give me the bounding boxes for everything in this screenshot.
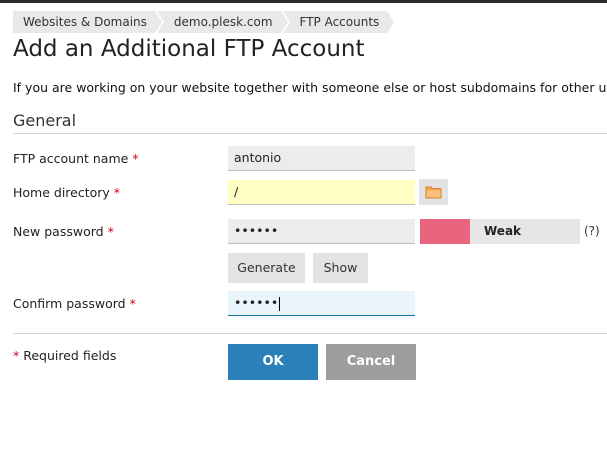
confirm-password-input[interactable]: •••••• [228, 291, 415, 316]
footer-divider [13, 333, 607, 334]
ftp-account-name-input[interactable]: antonio [228, 146, 415, 171]
home-directory-label-text: Home directory [13, 185, 110, 200]
new-password-label: New password * [13, 224, 114, 239]
page-title: Add an Additional FTP Account [13, 36, 365, 62]
folder-icon [425, 186, 442, 199]
breadcrumb-ftp-accounts[interactable]: FTP Accounts [282, 11, 395, 33]
section-title: General [13, 111, 77, 130]
new-password-label-text: New password [13, 224, 104, 239]
required-marker: * [107, 224, 114, 239]
required-fields-text: Required fields [23, 348, 117, 363]
required-marker: * [113, 185, 121, 200]
breadcrumb-websites-domains[interactable]: Websites & Domains [13, 11, 162, 33]
required-fields-note: * Required fields [13, 348, 116, 363]
confirm-password-label: Confirm password * [13, 296, 136, 311]
home-directory-input[interactable]: / [228, 180, 415, 205]
top-bar [0, 0, 607, 3]
browse-directory-button[interactable] [419, 179, 448, 205]
required-marker: * [132, 151, 139, 166]
required-marker: * [129, 296, 136, 311]
text-caret [279, 296, 281, 311]
confirm-password-label-text: Confirm password [13, 296, 126, 311]
home-directory-label: Home directory * [13, 185, 120, 200]
breadcrumb-domain[interactable]: demo.plesk.com [156, 11, 288, 33]
required-marker: * [13, 348, 20, 363]
intro-text: If you are working on your website toget… [13, 80, 607, 95]
new-password-input[interactable]: •••••• [228, 219, 415, 244]
section-divider [13, 133, 607, 134]
cancel-button[interactable]: Cancel [326, 344, 416, 380]
password-strength-label: Weak [470, 219, 580, 244]
password-help-link[interactable]: (?) [584, 224, 600, 238]
password-strength-bar [420, 219, 470, 244]
ok-button[interactable]: OK [228, 344, 318, 380]
ftp-account-name-label-text: FTP account name [13, 151, 129, 166]
breadcrumb: Websites & Domains demo.plesk.com FTP Ac… [13, 11, 396, 33]
generate-password-button[interactable]: Generate [228, 253, 305, 283]
confirm-password-value: •••••• [234, 295, 279, 310]
show-password-button[interactable]: Show [313, 253, 368, 283]
ftp-account-name-label: FTP account name * [13, 151, 139, 166]
